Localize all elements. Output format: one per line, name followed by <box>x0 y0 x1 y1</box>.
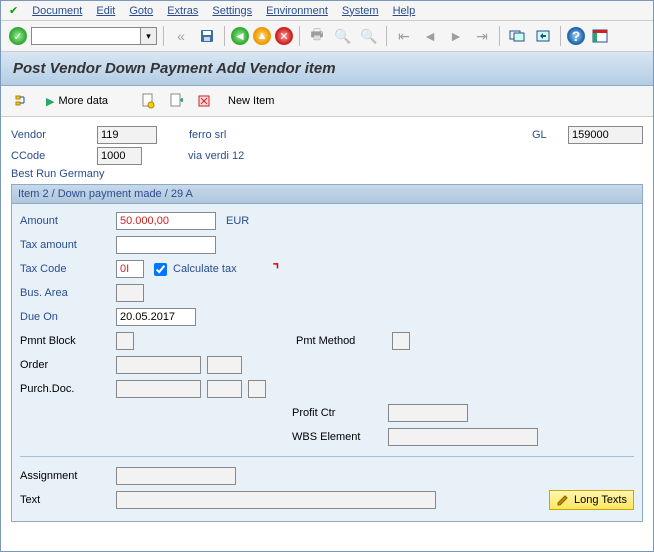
pencil-icon <box>556 493 570 507</box>
delete-icon[interactable] <box>193 90 215 112</box>
pmt-method-label: Pmt Method <box>296 335 386 347</box>
content-area: Vendor ferro srl GL CCode via verdi 12 B… <box>1 117 653 551</box>
panel-title: Item 2 / Down payment made / 29 A <box>12 185 642 204</box>
text-field[interactable] <box>116 491 436 509</box>
next-page-icon: ► <box>445 25 467 47</box>
menu-help[interactable]: Help <box>393 5 416 17</box>
find-icon: 🔍 <box>332 25 354 47</box>
sub-toolbar: ▶ More data New Item <box>1 86 653 117</box>
new-session-icon[interactable] <box>506 25 528 47</box>
command-field-wrap: ▾ <box>31 27 157 45</box>
tax-amount-field[interactable] <box>116 236 216 254</box>
wbs-label: WBS Element <box>292 431 382 443</box>
ccode-label: CCode <box>11 150 91 162</box>
order-field[interactable] <box>116 356 201 374</box>
vendor-label: Vendor <box>11 129 91 141</box>
back-arrow-icon[interactable]: ◄ <box>231 27 249 45</box>
assignment-field[interactable] <box>116 467 236 485</box>
assignment-label: Assignment <box>20 470 110 482</box>
order-label: Order <box>20 359 110 371</box>
find-next-icon: 🔍 <box>358 25 380 47</box>
separator <box>224 26 225 46</box>
wbs-field[interactable] <box>388 428 538 446</box>
order-item-field[interactable] <box>207 356 242 374</box>
panel-body: Amount EUR Tax amount Tax Code Calculate… <box>12 204 642 521</box>
new-item-button[interactable]: New Item <box>221 92 281 110</box>
purch-sub-field[interactable] <box>248 380 266 398</box>
pmt-method-field[interactable] <box>392 332 410 350</box>
gl-field[interactable] <box>568 126 643 144</box>
tax-code-label: Tax Code <box>20 263 110 275</box>
profit-ctr-field[interactable] <box>388 404 468 422</box>
help-icon[interactable]: ? <box>567 27 585 45</box>
save-icon[interactable] <box>196 25 218 47</box>
prev-page-icon: ◄ <box>419 25 441 47</box>
purch-doc-field[interactable] <box>116 380 201 398</box>
tax-code-field[interactable] <box>116 260 144 278</box>
profit-ctr-label: Profit Ctr <box>292 407 382 419</box>
menu-extras[interactable]: Extras <box>167 5 198 17</box>
command-dropdown-icon[interactable]: ▾ <box>141 27 157 45</box>
vendor-field[interactable] <box>97 126 157 144</box>
copy-icon[interactable] <box>165 90 187 112</box>
last-page-icon: ⇥ <box>471 25 493 47</box>
menu-system[interactable]: System <box>342 5 379 17</box>
separator <box>560 26 561 46</box>
amount-label: Amount <box>20 215 110 227</box>
menubar: ✔ Document Edit Goto Extras Settings Env… <box>1 1 653 21</box>
menu-settings[interactable]: Settings <box>212 5 252 17</box>
purch-item-field[interactable] <box>207 380 242 398</box>
back-icon: « <box>170 25 192 47</box>
separator <box>386 26 387 46</box>
separator <box>163 26 164 46</box>
vendor-address: via verdi 12 <box>188 150 244 162</box>
currency-label: EUR <box>226 215 249 227</box>
purch-doc-label: Purch.Doc. <box>20 383 110 395</box>
print-icon: 🖶 <box>306 25 328 47</box>
due-on-label: Due On <box>20 311 110 323</box>
page-title: Post Vendor Down Payment Add Vendor item <box>1 52 653 86</box>
menu-edit[interactable]: Edit <box>96 5 115 17</box>
create-icon[interactable] <box>137 90 159 112</box>
calculate-tax-checkbox[interactable]: Calculate tax <box>150 260 237 279</box>
more-data-label: More data <box>58 95 108 107</box>
item-panel: Item 2 / Down payment made / 29 A Amount… <box>11 184 643 522</box>
divider <box>20 456 634 457</box>
calculate-tax-label: Calculate tax <box>173 263 237 275</box>
long-texts-label: Long Texts <box>574 494 627 506</box>
pmnt-block-field[interactable] <box>116 332 134 350</box>
separator <box>499 26 500 46</box>
gl-label: GL <box>532 129 562 141</box>
more-data-button[interactable]: ▶ More data <box>39 92 115 111</box>
first-page-icon: ⇤ <box>393 25 415 47</box>
main-toolbar: ✓ ▾ « ◄ ▲ ✕ 🖶 🔍 🔍 ⇤ ◄ ► ⇥ ? <box>1 21 653 52</box>
calculate-tax-input[interactable] <box>154 263 167 276</box>
tree-icon[interactable] <box>11 90 33 112</box>
amount-field[interactable] <box>116 212 216 230</box>
command-field[interactable] <box>31 27 141 45</box>
vendor-name: ferro srl <box>189 129 389 141</box>
tax-amount-label: Tax amount <box>20 239 110 251</box>
ccode-field[interactable] <box>97 147 142 165</box>
company-name: Best Run Germany <box>11 168 105 180</box>
required-bracket-icon: ⌝ <box>273 261 280 278</box>
text-label: Text <box>20 494 110 506</box>
exit-icon[interactable]: ▲ <box>253 27 271 45</box>
menu-goto[interactable]: Goto <box>129 5 153 17</box>
bus-area-label: Bus. Area <box>20 287 110 299</box>
menu-accept-icon[interactable]: ✔ <box>9 4 18 17</box>
menu-document[interactable]: Document <box>32 5 82 17</box>
layout-icon[interactable] <box>589 25 611 47</box>
menu-environment[interactable]: Environment <box>266 5 328 17</box>
separator <box>299 26 300 46</box>
new-item-label: New Item <box>228 95 274 107</box>
bus-area-field[interactable] <box>116 284 144 302</box>
pmnt-block-label: Pmnt Block <box>20 335 110 347</box>
due-on-field[interactable] <box>116 308 196 326</box>
enter-icon[interactable]: ✓ <box>9 27 27 45</box>
long-texts-button[interactable]: Long Texts <box>549 490 634 510</box>
cancel-icon[interactable]: ✕ <box>275 27 293 45</box>
triangle-right-icon: ▶ <box>46 95 54 108</box>
shortcut-icon[interactable] <box>532 25 554 47</box>
